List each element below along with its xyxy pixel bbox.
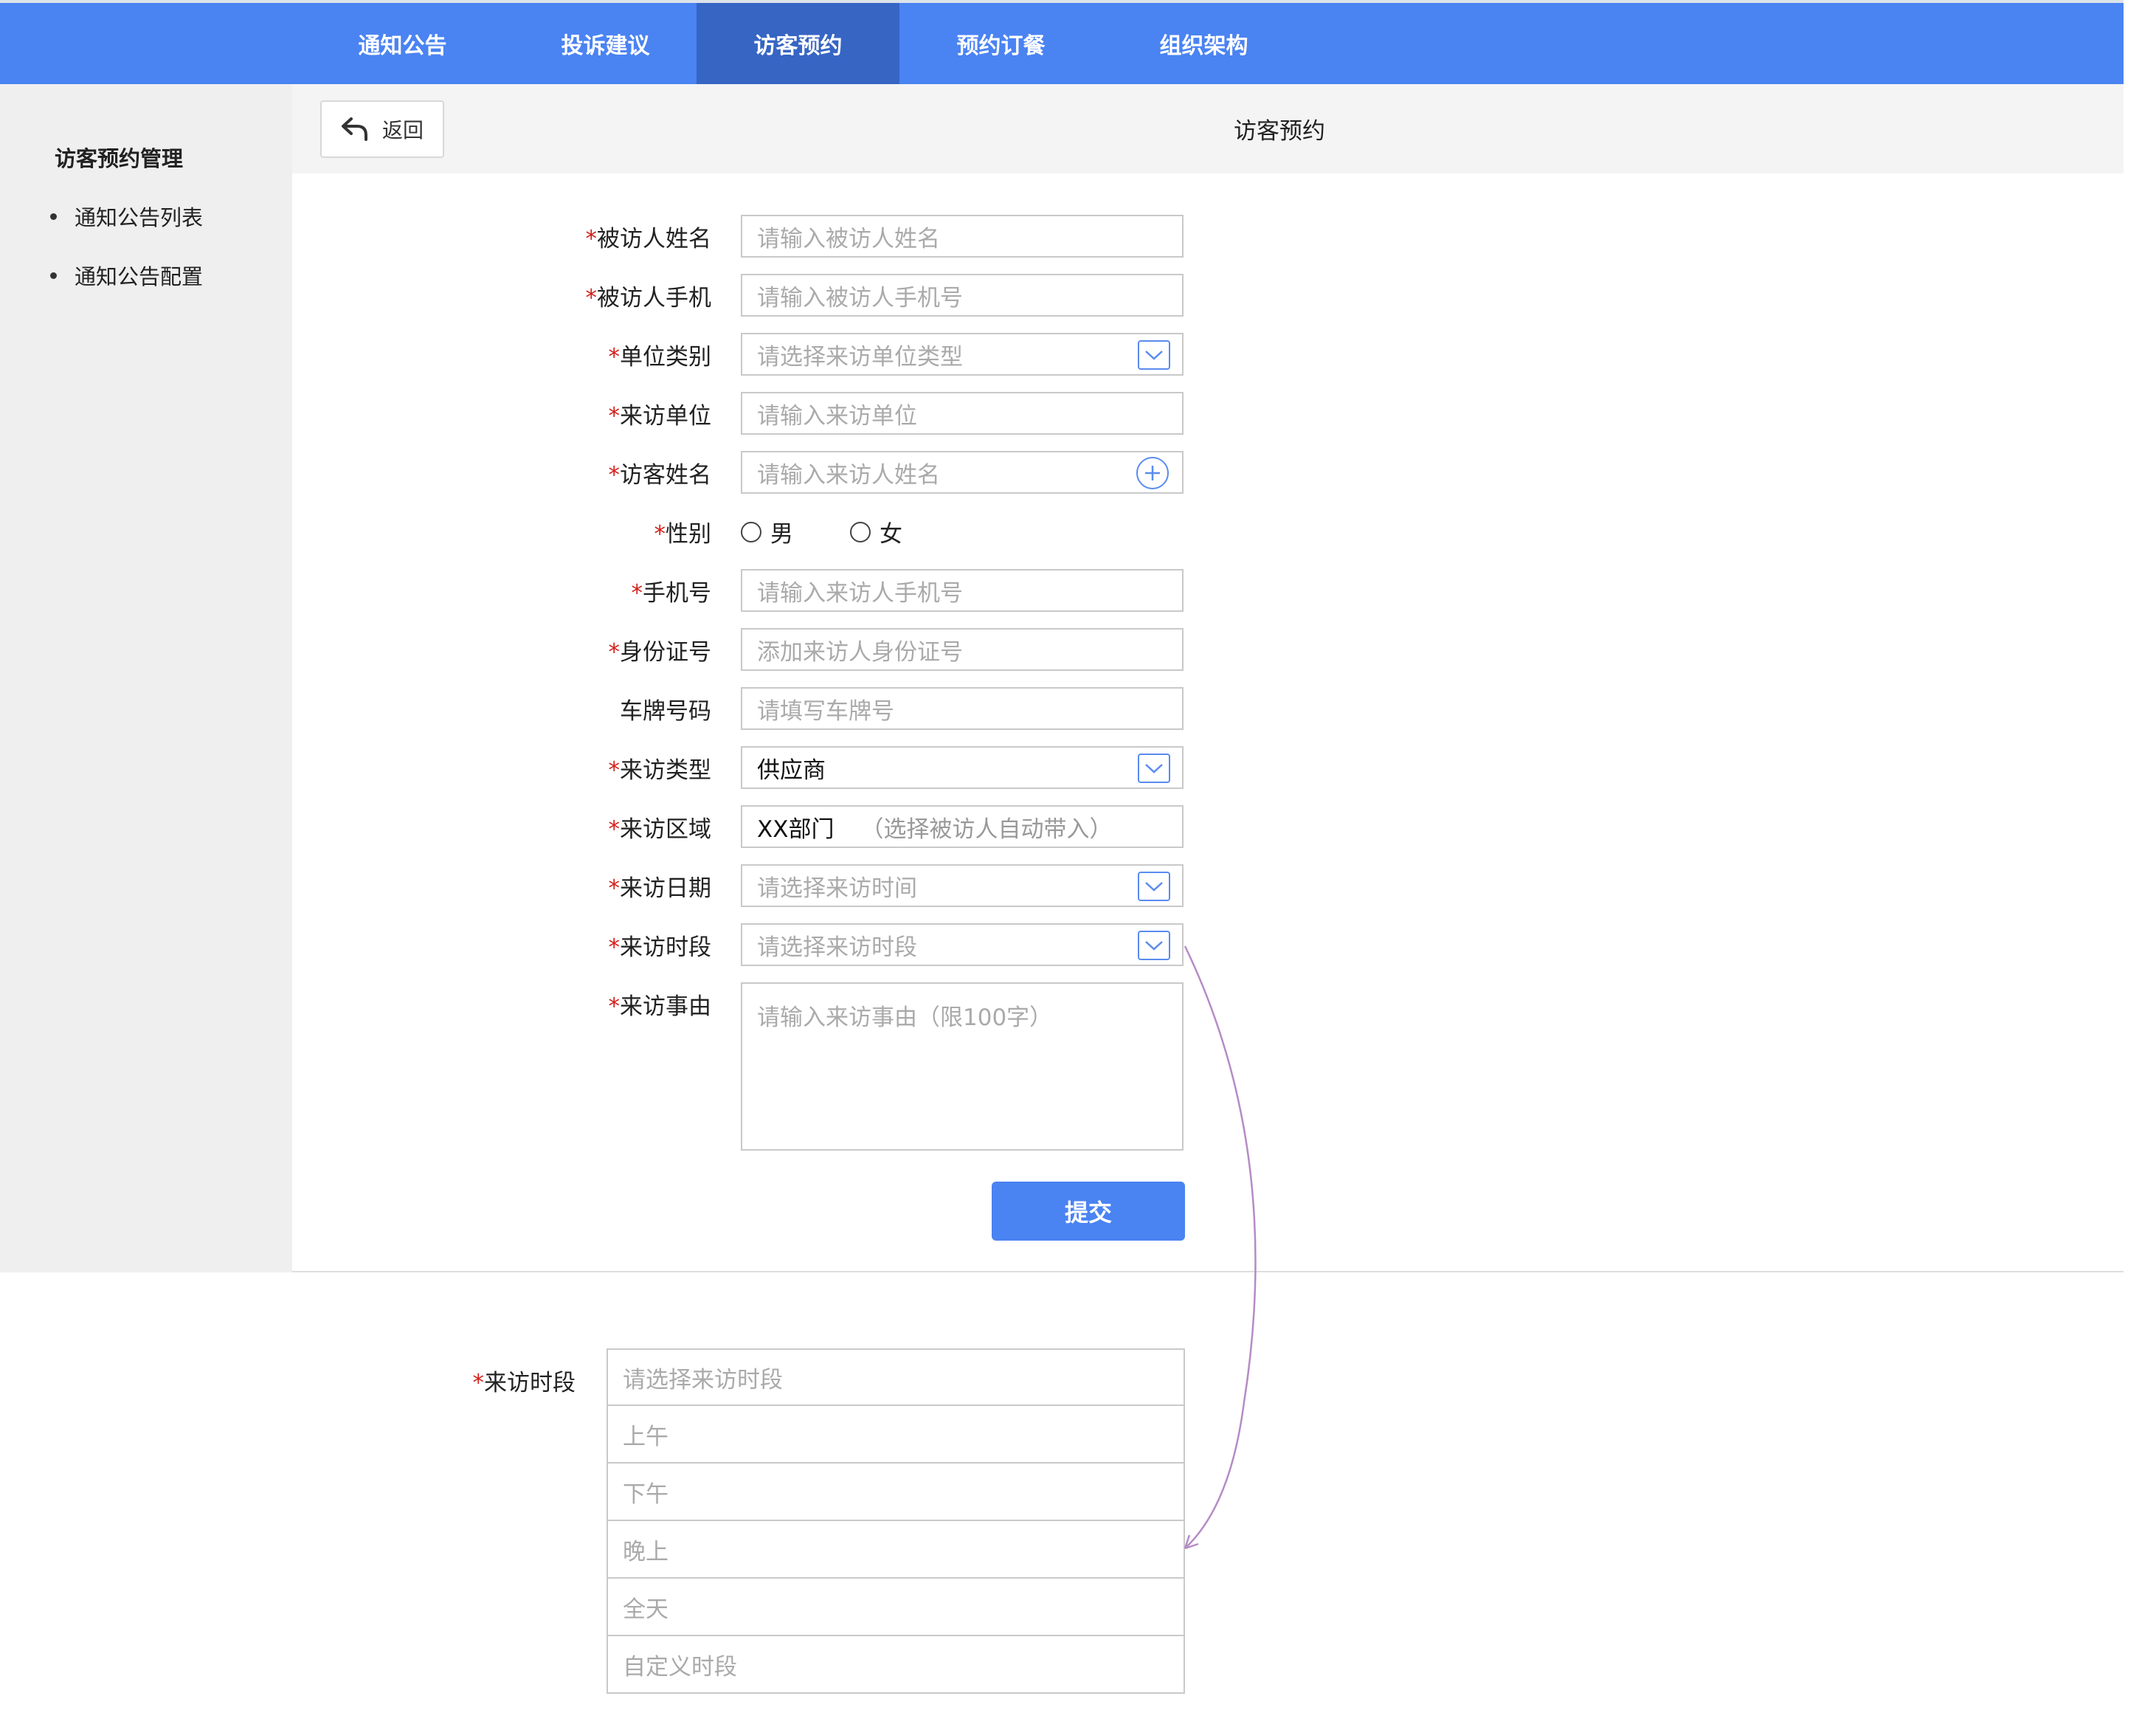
annotation-arrow <box>1184 945 1257 1550</box>
